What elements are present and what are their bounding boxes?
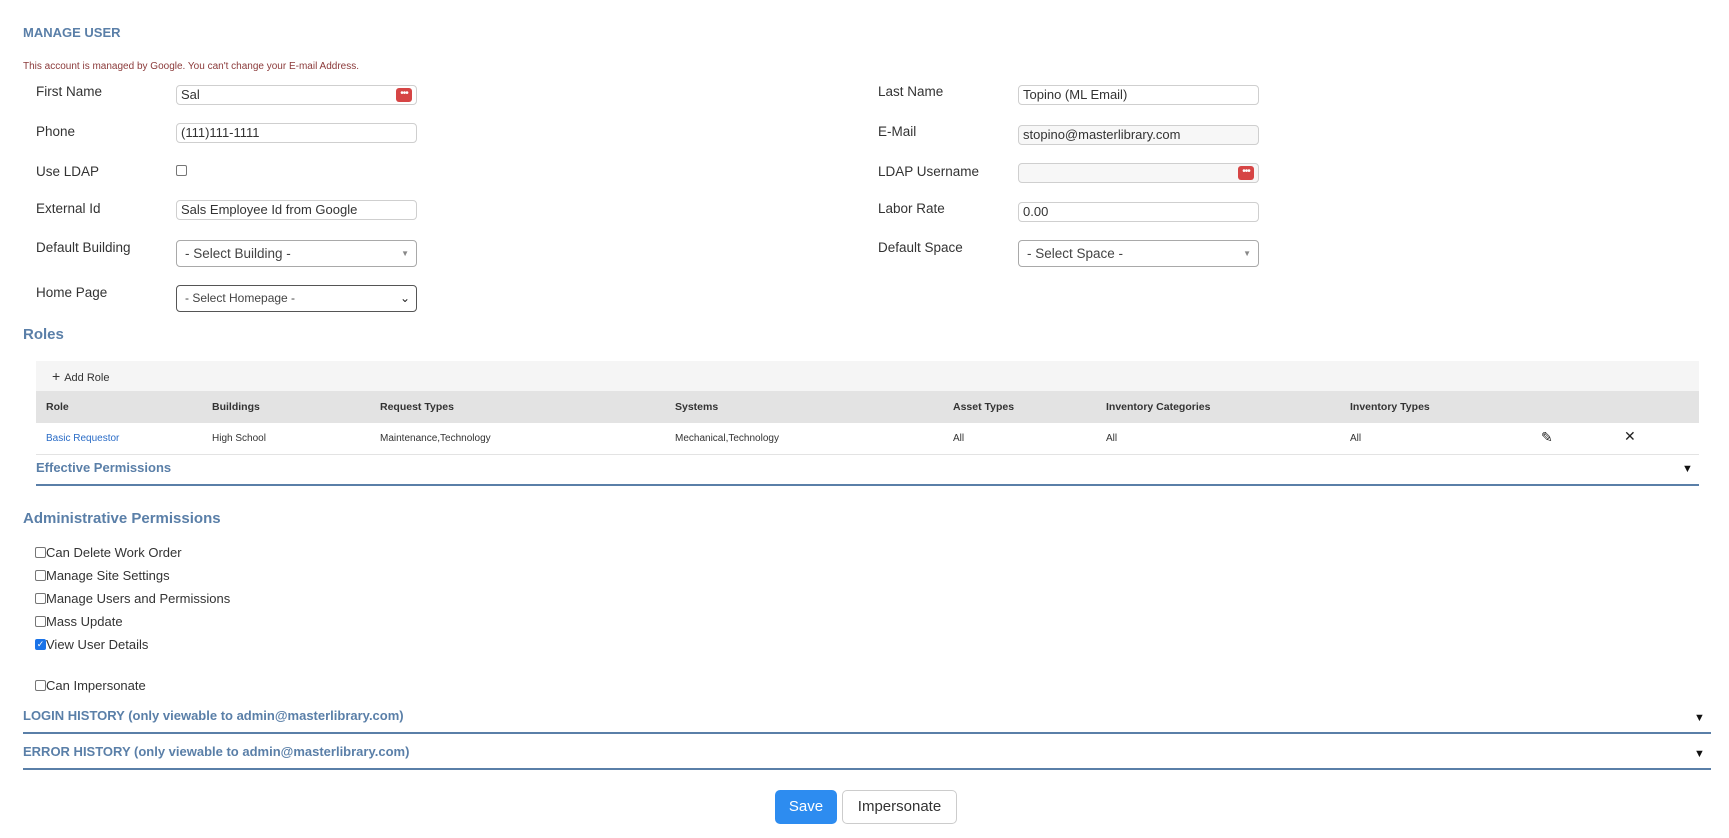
labor-rate-value: 0.00: [1023, 204, 1049, 219]
external-id-input[interactable]: Sals Employee Id from Google: [176, 200, 417, 220]
phone-input[interactable]: (111)111-1111: [176, 123, 417, 143]
password-manager-icon[interactable]: •••: [1238, 166, 1254, 180]
home-page-select[interactable]: - Select Homepage - ⌄: [176, 285, 417, 312]
can-impersonate-label: Can Impersonate: [46, 678, 146, 693]
can-impersonate-checkbox[interactable]: [35, 680, 46, 691]
manage-site-settings-label: Manage Site Settings: [46, 568, 170, 583]
last-name-label: Last Name: [878, 84, 944, 99]
can-delete-work-order-label: Can Delete Work Order: [46, 545, 182, 560]
login-history-toggle[interactable]: LOGIN HISTORY (only viewable to admin@ma…: [23, 708, 404, 723]
default-space-select[interactable]: - Select Space - ▼: [1018, 240, 1259, 267]
caret-down-icon[interactable]: ▼: [1694, 748, 1705, 760]
roles-section-title: Roles: [23, 326, 64, 343]
effective-permissions-toggle[interactable]: Effective Permissions: [36, 460, 171, 475]
last-name-input[interactable]: Topino (ML Email): [1018, 85, 1259, 105]
impersonate-button[interactable]: Impersonate: [842, 790, 957, 824]
cell-systems: Mechanical,Technology: [675, 433, 779, 444]
caret-down-icon[interactable]: ▼: [1682, 463, 1693, 475]
default-space-label: Default Space: [878, 240, 963, 255]
page-title: MANAGE USER: [23, 25, 121, 40]
use-ldap-label: Use LDAP: [36, 164, 100, 179]
edit-role-pencil-icon[interactable]: ✎: [1541, 429, 1553, 446]
first-name-value: Sal: [181, 87, 200, 102]
roles-toolbar: [36, 361, 1699, 391]
default-building-select[interactable]: - Select Building - ▼: [176, 240, 417, 267]
home-page-value: - Select Homepage -: [185, 291, 296, 305]
caret-down-icon[interactable]: ▼: [1694, 712, 1705, 724]
phone-value: (111)111-1111: [181, 125, 260, 140]
manage-users-permissions-checkbox[interactable]: [35, 593, 46, 604]
chevron-down-icon: ▼: [1243, 249, 1251, 258]
labor-rate-label: Labor Rate: [878, 201, 945, 216]
view-user-details-label: View User Details: [46, 637, 149, 652]
default-building-label: Default Building: [36, 240, 131, 255]
save-button[interactable]: Save: [775, 790, 837, 824]
error-history-underline: [23, 768, 1711, 770]
email-input[interactable]: stopino@masterlibrary.com: [1018, 125, 1259, 145]
effective-permissions-underline: [36, 484, 1699, 486]
first-name-input[interactable]: Sal •••: [176, 85, 417, 105]
admin-permissions-title: Administrative Permissions: [23, 510, 221, 527]
external-id-value: Sals Employee Id from Google: [181, 202, 358, 217]
manage-users-permissions-label: Manage Users and Permissions: [46, 591, 231, 606]
column-header-buildings: Buildings: [212, 401, 260, 413]
cell-asset-types: All: [953, 433, 965, 444]
manage-site-settings-checkbox[interactable]: [35, 570, 46, 581]
roles-table-header: [36, 391, 1699, 423]
chevron-down-icon: ⌄: [399, 291, 410, 305]
labor-rate-input[interactable]: 0.00: [1018, 202, 1259, 222]
can-delete-work-order-checkbox[interactable]: [35, 547, 46, 558]
ldap-username-input[interactable]: •••: [1018, 163, 1259, 183]
email-label: E-Mail: [878, 124, 917, 139]
email-value: stopino@masterlibrary.com: [1023, 127, 1181, 142]
column-header-role: Role: [46, 401, 69, 413]
view-user-details-checkbox[interactable]: ✓: [35, 639, 46, 650]
default-building-value: - Select Building -: [185, 246, 291, 261]
cell-buildings: High School: [212, 433, 266, 444]
column-header-inventory-types: Inventory Types: [1350, 401, 1430, 413]
external-id-label: External Id: [36, 201, 101, 216]
plus-icon: +: [52, 368, 61, 384]
column-header-asset-types: Asset Types: [953, 401, 1015, 413]
first-name-label: First Name: [36, 84, 103, 99]
add-role-label: Add Role: [64, 372, 110, 384]
column-header-systems: Systems: [675, 401, 719, 413]
password-manager-icon[interactable]: •••: [396, 88, 412, 102]
cell-request-types: Maintenance,Technology: [380, 433, 491, 444]
home-page-label: Home Page: [36, 285, 108, 300]
role-link[interactable]: Basic Requestor: [46, 433, 119, 444]
google-managed-notice: This account is managed by Google. You c…: [23, 61, 359, 72]
mass-update-checkbox[interactable]: [35, 616, 46, 627]
error-history-toggle[interactable]: ERROR HISTORY (only viewable to admin@ma…: [23, 744, 409, 759]
chevron-down-icon: ▼: [401, 249, 409, 258]
mass-update-label: Mass Update: [46, 614, 123, 629]
delete-role-close-icon[interactable]: ✕: [1624, 428, 1636, 445]
column-header-inventory-categories: Inventory Categories: [1106, 401, 1211, 413]
add-role-button[interactable]: + Add Role: [52, 368, 109, 384]
default-space-value: - Select Space -: [1027, 246, 1124, 261]
phone-label: Phone: [36, 124, 76, 139]
cell-inventory-types: All: [1350, 433, 1362, 444]
row-divider: [36, 454, 1699, 455]
login-history-underline: [23, 732, 1711, 734]
use-ldap-checkbox[interactable]: [176, 165, 187, 176]
last-name-value: Topino (ML Email): [1023, 87, 1128, 102]
cell-inventory-categories: All: [1106, 433, 1118, 444]
column-header-request-types: Request Types: [380, 401, 454, 413]
ldap-username-label: LDAP Username: [878, 164, 980, 179]
